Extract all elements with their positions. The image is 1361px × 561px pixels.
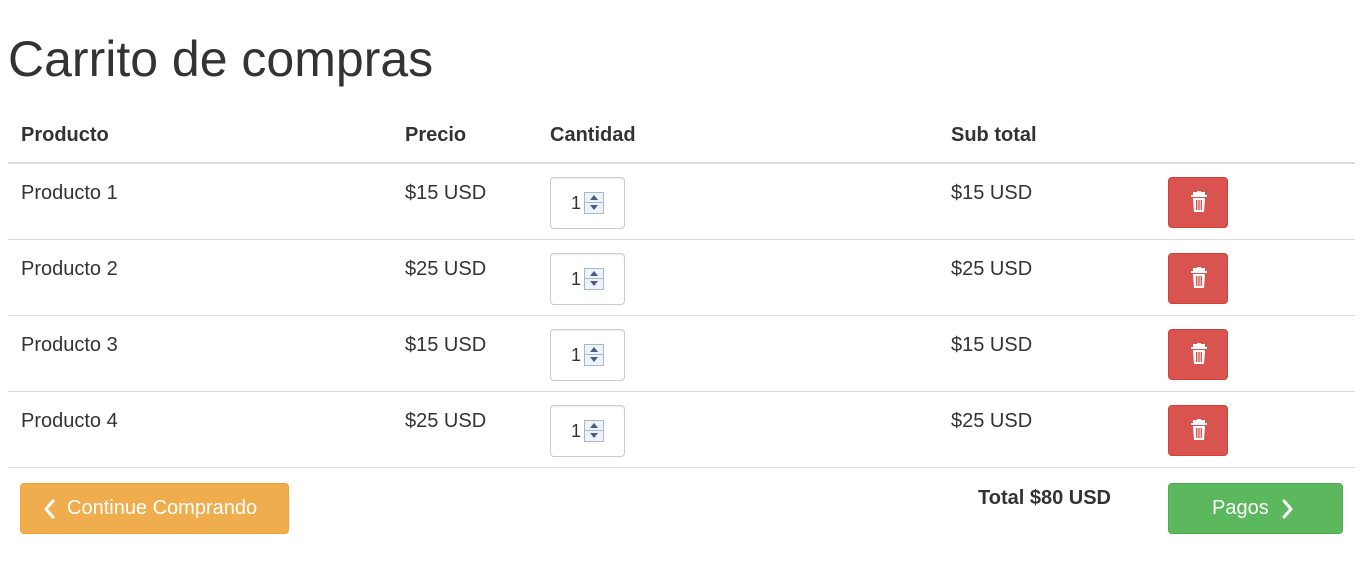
header-quantity: Cantidad [550, 124, 636, 146]
trash-icon [1191, 419, 1207, 440]
increment-arrow-icon[interactable] [585, 269, 603, 279]
table-row: Producto 4 $25 USD 1 $25 USD [8, 392, 1355, 468]
table-header: Producto Precio Cantidad Sub total [8, 110, 1355, 164]
product-price: $25 USD [405, 258, 487, 280]
header-subtotal: Sub total [951, 124, 1037, 146]
quantity-stepper[interactable]: 1 [550, 253, 625, 305]
product-price: $15 USD [405, 334, 487, 356]
product-name: Producto 3 [21, 334, 118, 356]
trash-icon [1191, 267, 1207, 288]
decrement-arrow-icon[interactable] [585, 355, 603, 365]
increment-arrow-icon[interactable] [585, 421, 603, 431]
cart-table: Producto Precio Cantidad Sub total Produ… [8, 110, 1355, 468]
product-price: $15 USD [405, 182, 487, 204]
chevron-left-icon [44, 499, 55, 519]
product-subtotal: $15 USD [951, 334, 1033, 356]
table-row: Producto 2 $25 USD 1 $25 USD [8, 240, 1355, 316]
quantity-value[interactable]: 1 [571, 193, 581, 214]
trash-icon [1191, 191, 1207, 212]
delete-button[interactable] [1168, 253, 1228, 304]
header-price: Precio [405, 124, 467, 146]
spinner [584, 192, 604, 214]
delete-button[interactable] [1168, 329, 1228, 380]
trash-icon [1191, 343, 1207, 364]
delete-button[interactable] [1168, 177, 1228, 228]
spinner [584, 420, 604, 442]
product-name: Producto 2 [21, 258, 118, 280]
header-product: Producto [21, 124, 109, 146]
table-row: Producto 1 $15 USD 1 $15 USD [8, 164, 1355, 240]
increment-arrow-icon[interactable] [585, 193, 603, 203]
cart-total: Total $80 USD [978, 487, 1111, 509]
quantity-stepper[interactable]: 1 [550, 405, 625, 457]
continue-shopping-label: Continue Comprando [67, 497, 258, 519]
checkout-button[interactable]: Pagos [1168, 483, 1343, 534]
table-row: Producto 3 $15 USD 1 $15 USD [8, 316, 1355, 392]
cart-footer: Continue Comprando Total $80 USD Pagos [8, 483, 1355, 535]
chevron-right-icon [1282, 499, 1293, 519]
quantity-value[interactable]: 1 [571, 345, 581, 366]
spinner [584, 268, 604, 290]
decrement-arrow-icon[interactable] [585, 431, 603, 441]
quantity-stepper[interactable]: 1 [550, 177, 625, 229]
delete-button[interactable] [1168, 405, 1228, 456]
quantity-stepper[interactable]: 1 [550, 329, 625, 381]
table-body: Producto 1 $15 USD 1 $15 USD Producto 2 … [8, 164, 1355, 468]
spinner [584, 344, 604, 366]
product-price: $25 USD [405, 410, 487, 432]
page-title: Carrito de compras [8, 31, 434, 87]
continue-shopping-button[interactable]: Continue Comprando [20, 483, 289, 534]
checkout-label: Pagos [1212, 497, 1269, 519]
product-name: Producto 1 [21, 182, 118, 204]
product-subtotal: $15 USD [951, 182, 1033, 204]
product-subtotal: $25 USD [951, 258, 1033, 280]
quantity-value[interactable]: 1 [571, 269, 581, 290]
decrement-arrow-icon[interactable] [585, 203, 603, 213]
decrement-arrow-icon[interactable] [585, 279, 603, 289]
increment-arrow-icon[interactable] [585, 345, 603, 355]
product-name: Producto 4 [21, 410, 118, 432]
quantity-value[interactable]: 1 [571, 421, 581, 442]
product-subtotal: $25 USD [951, 410, 1033, 432]
